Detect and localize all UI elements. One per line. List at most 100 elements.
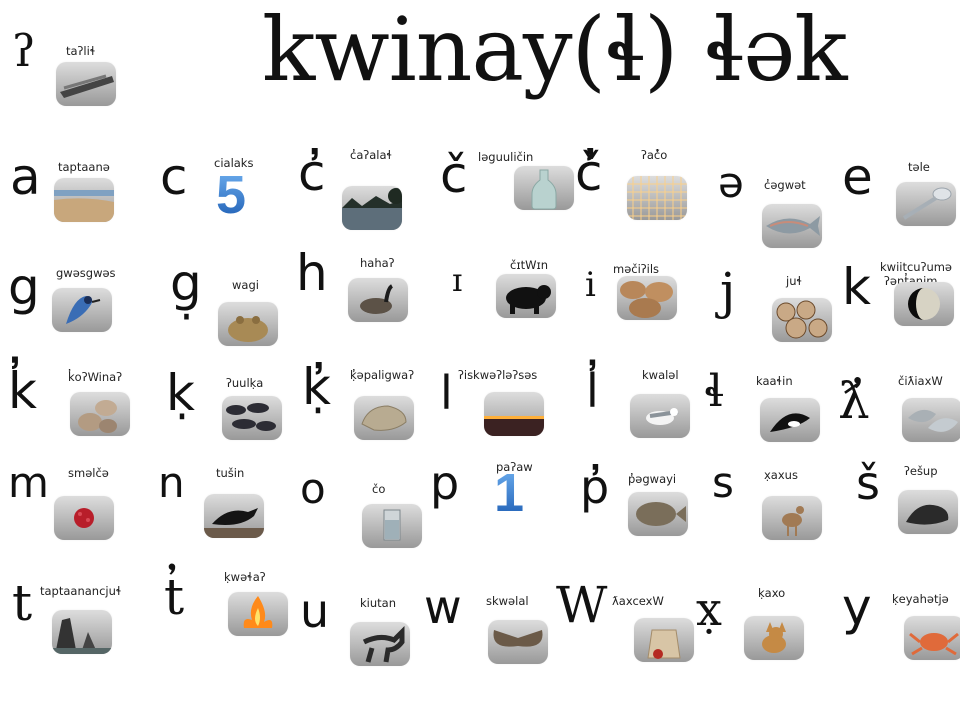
water-glass-photo [362, 504, 422, 548]
example-word: ʔiskwəʔləʔsəs [458, 368, 538, 382]
letter-glyph: č̓ [575, 144, 603, 202]
letter-glyph: l̓ [586, 364, 599, 418]
example-word: c̓əgwət [764, 178, 806, 192]
example-word: juɬ [786, 274, 803, 288]
example-word: taptaanancjuɬ [40, 584, 122, 598]
gull-photo [630, 394, 690, 438]
salmon-photo [762, 204, 822, 248]
example-word: taptaanə [58, 160, 110, 174]
moon-photo [894, 282, 954, 326]
letter-glyph: k [842, 258, 871, 316]
flounder-photo [628, 492, 688, 536]
example-word: ḳaxo [758, 586, 786, 600]
numeral-graphic: 5 [216, 165, 247, 225]
example-word: məčiʔils [613, 262, 660, 276]
example-word: ʔuulḳa [226, 376, 264, 390]
example-word: kiutan [360, 596, 396, 610]
letter-glyph: p̓ [580, 460, 610, 514]
letter-glyph: ə [718, 158, 744, 207]
alphabet-chart: ʔ taʔliɬ a taptaanə c cialaks 5 c̓ c̓aʔalaɬ č ləgu… [0, 0, 960, 720]
bear-photo [496, 274, 556, 318]
frog-photo [218, 302, 278, 346]
campfire-photo [228, 592, 288, 636]
letter-glyph: c̓ [298, 144, 326, 202]
letter-glyph: w [424, 580, 462, 634]
canoe-photo [56, 62, 116, 106]
example-word: p̓əgwayi [628, 472, 677, 486]
numeral-graphic: 1 [494, 463, 525, 523]
example-word: gwəsgwəs [56, 266, 116, 280]
letter-glyph: č [440, 146, 468, 204]
letter-glyph: s [712, 458, 734, 507]
example-word: c̓aʔalaɬ [350, 148, 393, 162]
example-word: x̣axus [764, 468, 798, 482]
example-word: čiƛiaxW [898, 374, 943, 388]
example-word: k̓oʔWinaʔ [68, 370, 123, 384]
letter-glyph: t [12, 574, 33, 632]
example-word: ʔač̓o [641, 148, 668, 162]
example-word: tušin [216, 466, 245, 480]
moth-photo [488, 620, 548, 664]
letter-glyph: ḳ [166, 364, 195, 422]
letter-glyph: l [440, 366, 453, 420]
mussels-photo [222, 396, 282, 440]
seal-photo [898, 490, 958, 534]
example-word: čo [372, 482, 386, 496]
oysters-photo [902, 398, 960, 442]
letter-glyph: g̣ [170, 254, 202, 312]
letter-glyph: h [296, 244, 328, 302]
letter-glyph: ʔ [12, 26, 36, 77]
letter-glyph: g [8, 258, 40, 316]
letter-glyph: š [856, 456, 880, 510]
example-word: ʔešup [904, 464, 938, 478]
letter-glyph: ɪ [452, 261, 463, 299]
letter-glyph: p [430, 456, 460, 510]
example-word: ḳ̓əpaligwaʔ [350, 368, 415, 382]
crab-photo [904, 616, 960, 660]
letter-glyph: i [585, 265, 596, 305]
letter-glyph: a [10, 148, 41, 206]
sunset-photo [484, 392, 544, 436]
letter-glyph: k̓ [8, 362, 37, 420]
example-word: kwaləl [642, 368, 679, 382]
letter-glyph: ɬ [704, 366, 724, 417]
example-word: ḳwəɬaʔ [224, 570, 266, 584]
honeycomb-photo [627, 176, 687, 220]
potato-photo [617, 276, 677, 320]
letter-glyph: t̓ [164, 568, 185, 626]
letter-glyph: m [8, 458, 49, 507]
example-word: təle [908, 160, 930, 174]
crow-photo [204, 494, 264, 538]
jay-photo [52, 288, 112, 332]
raspberry-photo [54, 496, 114, 540]
example-word: ƛaxcexW [612, 594, 664, 608]
letter-glyph: x̣ [696, 582, 722, 636]
beach-photo [54, 178, 114, 222]
clams-photo [70, 392, 130, 436]
orca-photo [760, 398, 820, 442]
example-word: ḳeyahətjə [892, 592, 949, 606]
example-word: skwəlal [486, 594, 529, 608]
goose-photo [348, 278, 408, 322]
letter-glyph: u [300, 584, 330, 638]
letter-glyph: c [160, 148, 188, 206]
letter-glyph: e [842, 148, 873, 206]
letter-glyph: W [556, 576, 608, 634]
bag-photo [634, 618, 694, 662]
firewood-photo [772, 298, 832, 342]
example-word: hahaʔ [360, 256, 395, 270]
oyster-photo [354, 396, 414, 440]
spoon-photo [896, 182, 956, 226]
letter-glyph: n [158, 458, 185, 507]
example-word: wagi [232, 278, 259, 292]
letter-glyph: o [300, 464, 326, 513]
example-word: kwiitcuʔumə [880, 260, 953, 274]
example-word: sməlčə [68, 466, 109, 480]
dog-photo [744, 616, 804, 660]
horse-photo [350, 622, 410, 666]
example-word: kaaɬin [756, 374, 793, 388]
letter-glyph: y [842, 578, 872, 636]
sea-stacks-photo [52, 610, 112, 654]
example-word: taʔliɬ [66, 44, 96, 58]
deer-photo [762, 496, 822, 540]
